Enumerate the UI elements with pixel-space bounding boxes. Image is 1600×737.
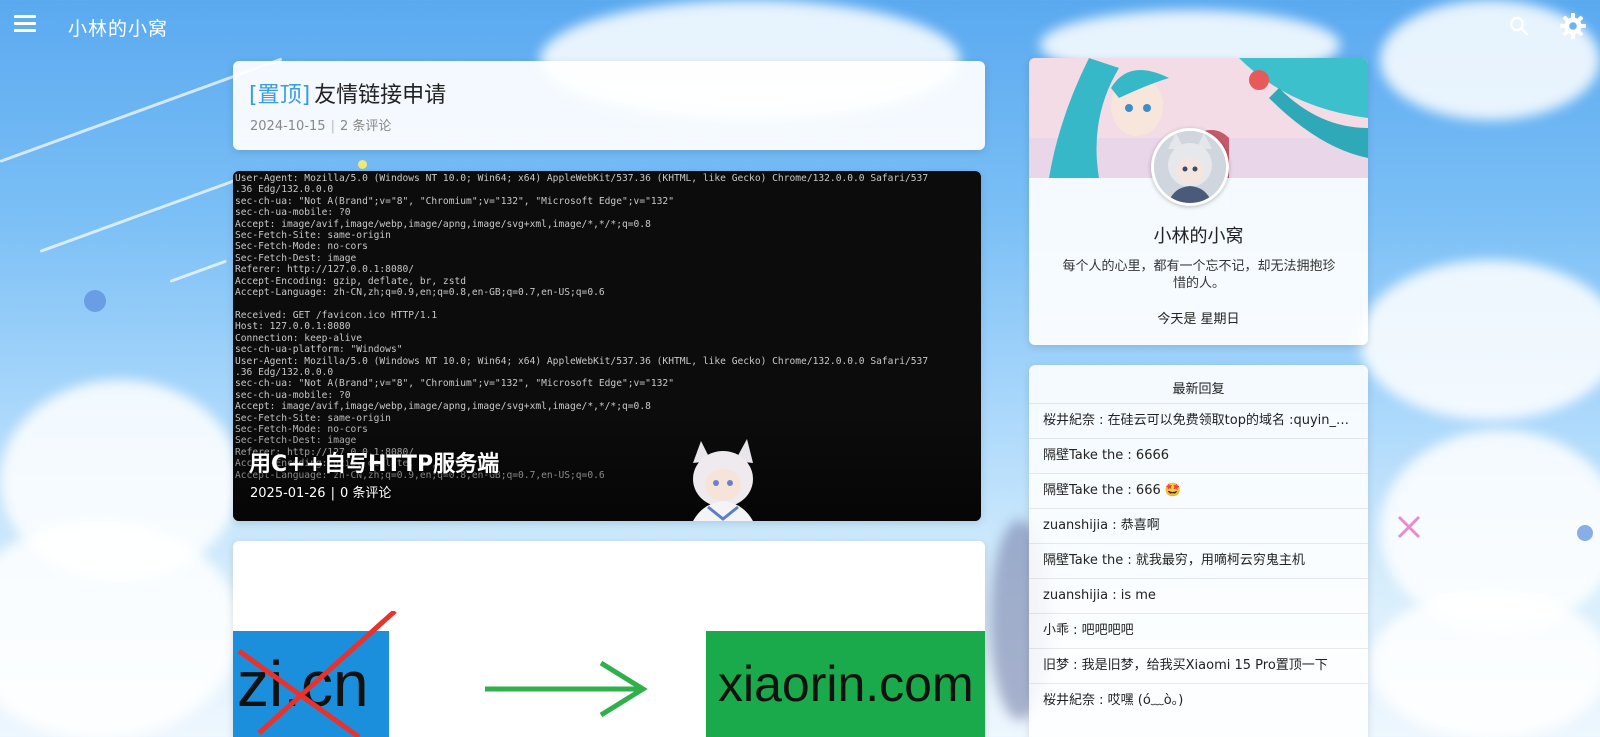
reply-item[interactable]: zuanshijia : 恭喜啊: [1029, 508, 1368, 543]
reply-item[interactable]: 隔壁Take the : 6666: [1029, 438, 1368, 473]
reply-item[interactable]: 小乖 : 吧吧吧吧: [1029, 613, 1368, 648]
featured-post-meta: 2025-01-26 | 0 条评论: [250, 482, 391, 501]
featured-post-title[interactable]: 用C++自写HTTP服务端: [249, 446, 499, 478]
meta-separator: |: [330, 486, 335, 501]
site-title[interactable]: 小林的小窝: [68, 14, 168, 41]
reply-item[interactable]: 隔壁Take the : 666 🤩: [1029, 473, 1368, 508]
domain-change-post-card[interactable]: zi.cn xiaorin.com: [233, 541, 985, 737]
featured-post-card[interactable]: User-Agent: Mozilla/5.0 (Windows NT 10.0…: [233, 171, 981, 521]
pinned-post-title-text: 友情链接申请: [314, 83, 447, 108]
pinned-post-card[interactable]: [置顶] 友情链接申请 2024-10-15 | 2 条评论: [233, 61, 985, 150]
top-app-bar: 小林的小窝: [0, 0, 1600, 52]
strike-through-mark: [237, 611, 397, 737]
reply-item[interactable]: 桜井紀奈 : 哎嘿 (ó﹏ò｡): [1029, 683, 1368, 718]
gear-icon[interactable]: [1559, 12, 1587, 40]
search-icon[interactable]: [1507, 14, 1531, 38]
pinned-post-date: 2024-10-15: [250, 119, 326, 134]
pinned-post-meta: 2024-10-15 | 2 条评论: [250, 115, 391, 134]
reply-item[interactable]: 桜井紀奈 : 在硅云可以免费领取top的域名 :quyin_1huaji:: [1029, 403, 1368, 438]
profile-weekday: 今天是 星期日: [1157, 312, 1240, 327]
featured-post-date: 2025-01-26: [250, 486, 326, 501]
arrow-right-icon: [485, 660, 648, 718]
profile-name: 小林的小窝: [1153, 226, 1244, 247]
featured-post-comments[interactable]: 0 条评论: [340, 486, 391, 501]
menu-icon[interactable]: [14, 15, 36, 33]
pinned-post-comments[interactable]: 2 条评论: [340, 119, 391, 134]
recent-replies-card: 最新回复 桜井紀奈 : 在硅云可以免费领取top的域名 :quyin_1huaj…: [1029, 365, 1368, 737]
reply-item[interactable]: 隔壁Take the : 就我最穷，用嘀柯云穷鬼主机: [1029, 543, 1368, 578]
avatar[interactable]: [1151, 128, 1229, 206]
reply-item[interactable]: 旧梦 : 我是旧梦，给我买Xiaomi 15 Pro置顶一下: [1029, 648, 1368, 683]
pinned-post-title[interactable]: [置顶] 友情链接申请: [249, 77, 446, 109]
recent-replies-title: 最新回复: [1172, 382, 1225, 397]
pinned-tag: [置顶]: [249, 83, 311, 108]
cross-decoration: [1397, 515, 1421, 539]
new-domain-text: xiaorin.com: [718, 656, 974, 712]
meta-separator: |: [330, 119, 335, 134]
reply-item[interactable]: zuanshijia : is me: [1029, 578, 1368, 613]
new-domain-block: xiaorin.com: [706, 631, 985, 737]
profile-motto: 每个人的心里，都有一个忘不记，却无法拥抱珍惜的人。: [1062, 259, 1336, 291]
anime-character-image: [693, 439, 753, 521]
recent-replies-list: 桜井紀奈 : 在硅云可以免费领取top的域名 :quyin_1huaji: 隔壁…: [1029, 403, 1368, 718]
